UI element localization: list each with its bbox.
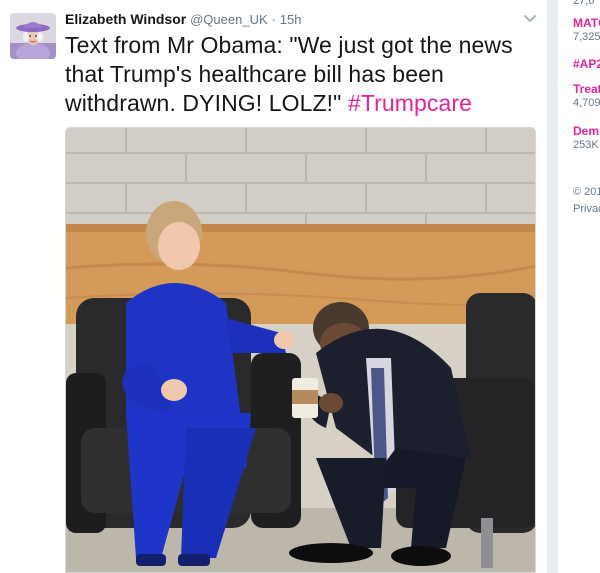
tweet-card: Elizabeth Windsor @Queen_UK · 15h Text f…	[0, 0, 548, 573]
meta-separator: ·	[271, 12, 276, 27]
trend-item[interactable]: #AP2	[573, 57, 600, 71]
trend-name[interactable]: MATC	[573, 16, 600, 30]
trend-name[interactable]: Dem	[573, 124, 600, 138]
trend-item[interactable]: MATC 7,325	[573, 16, 600, 44]
trend-count-cut: 27,6	[573, 0, 595, 7]
queen-avatar-icon	[10, 13, 56, 59]
chevron-down-icon	[524, 15, 536, 23]
photo-image	[66, 128, 535, 572]
trend-count: 4,709	[573, 97, 600, 109]
hashtag-link[interactable]: #Trumpcare	[348, 90, 472, 116]
display-name[interactable]: Elizabeth Windsor	[65, 11, 186, 27]
tweet-header: Elizabeth Windsor @Queen_UK · 15h	[65, 10, 301, 28]
trend-count: 253K	[573, 139, 599, 151]
footer-privacy-link[interactable]: Privac	[573, 203, 600, 215]
trend-name[interactable]: Treat	[573, 82, 600, 96]
trend-name[interactable]: #AP2	[573, 57, 600, 71]
trends-panel: 27,6 MATC 7,325 #AP2 Treat 4,709 Dem 253…	[558, 0, 600, 573]
tweet-menu-button[interactable]	[520, 8, 540, 28]
tweet-text: Text from Mr Obama: "We just got the new…	[65, 31, 535, 118]
trend-count: 7,325	[573, 31, 600, 43]
screen-name[interactable]: @Queen_UK	[190, 12, 268, 27]
footer-copyright: © 201	[573, 186, 600, 198]
avatar[interactable]	[10, 13, 56, 59]
tweet-timestamp[interactable]: 15h	[280, 12, 302, 27]
trend-item[interactable]: Dem 253K	[573, 124, 600, 152]
tweet-photo[interactable]	[65, 127, 536, 573]
trend-item[interactable]: Treat 4,709	[573, 82, 600, 110]
